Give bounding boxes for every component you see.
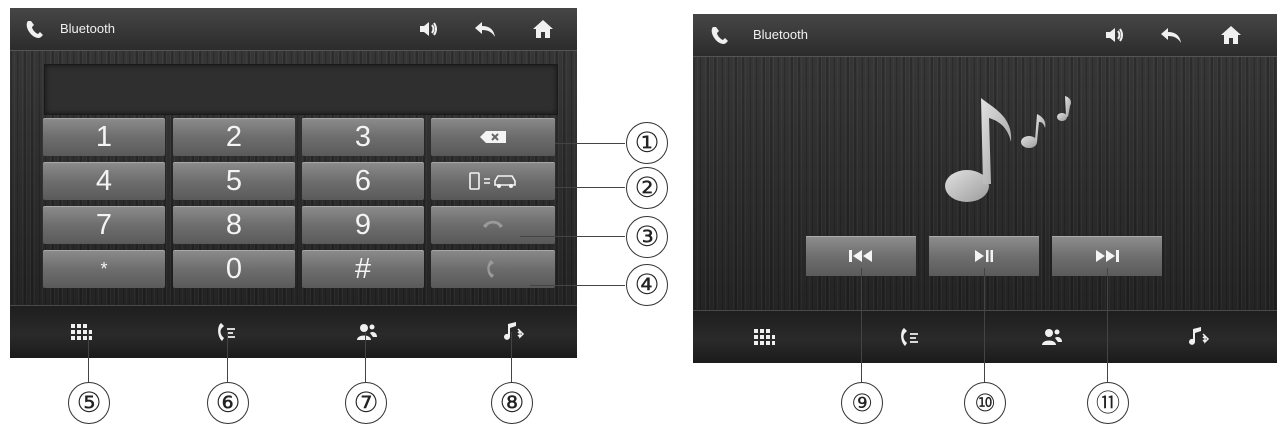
key-4[interactable]: 4 <box>43 162 165 200</box>
key-7[interactable]: 7 <box>43 206 165 244</box>
dialpad-icon[interactable] <box>750 325 778 349</box>
callout-6: ⑥ <box>207 382 249 424</box>
callout-7: ⑦ <box>345 382 387 424</box>
leader-line <box>1107 268 1108 382</box>
callout-4: ④ <box>626 264 668 306</box>
bluetooth-music-icon[interactable] <box>500 320 528 344</box>
key-3[interactable]: 3 <box>302 118 424 156</box>
call-log-icon[interactable] <box>896 325 924 349</box>
bluetooth-dialpad-screen: Bluetooth 1 2 3 4 5 6 7 8 9 * 0 # <box>10 8 577 358</box>
next-track-icon <box>1096 250 1119 262</box>
answer-call-button[interactable] <box>431 206 555 244</box>
phone-icon <box>711 27 728 44</box>
key-0[interactable]: 0 <box>173 250 295 288</box>
key-8[interactable]: 8 <box>173 206 295 244</box>
play-pause-icon <box>975 250 993 262</box>
bottom-nav-bar <box>693 310 1277 363</box>
back-icon[interactable] <box>1158 23 1184 47</box>
leader-line <box>530 285 625 286</box>
screen-title: Bluetooth <box>753 27 808 42</box>
hang-up-icon <box>487 260 494 278</box>
callout-11: ⑪ <box>1087 382 1129 424</box>
key-9[interactable]: 9 <box>302 206 424 244</box>
callout-3: ③ <box>626 216 668 258</box>
leader-line <box>861 268 862 382</box>
phone-icon <box>26 21 43 38</box>
transfer-audio-button[interactable] <box>431 162 555 200</box>
key-5[interactable]: 5 <box>173 162 295 200</box>
key-2[interactable]: 2 <box>173 118 295 156</box>
callout-5: ⑤ <box>68 382 110 424</box>
callout-9: ⑨ <box>841 382 883 424</box>
volume-icon[interactable] <box>1102 23 1128 47</box>
leader-line <box>984 268 985 382</box>
key-1[interactable]: 1 <box>43 118 165 156</box>
backspace-icon <box>480 131 506 143</box>
volume-icon[interactable] <box>416 17 442 41</box>
screen-title: Bluetooth <box>60 21 115 36</box>
top-bar: Bluetooth <box>693 14 1277 57</box>
contacts-icon[interactable] <box>353 320 381 344</box>
home-icon[interactable] <box>530 17 556 41</box>
leader-line <box>365 332 366 382</box>
leader-line <box>227 332 228 382</box>
key-6[interactable]: 6 <box>302 162 424 200</box>
bottom-nav-bar <box>10 305 577 358</box>
callout-8: ⑧ <box>491 382 533 424</box>
phone-to-car-transfer-icon <box>469 172 516 190</box>
answer-call-icon <box>483 220 503 228</box>
key-star[interactable]: * <box>43 250 165 288</box>
callout-1: ① <box>626 122 668 164</box>
hang-up-button[interactable] <box>431 250 555 288</box>
back-icon[interactable] <box>472 17 498 41</box>
bluetooth-music-screen: Bluetooth <box>693 14 1277 363</box>
home-icon[interactable] <box>1218 23 1244 47</box>
callout-2: ② <box>626 167 668 209</box>
number-display <box>44 64 558 115</box>
dialpad-icon[interactable] <box>67 320 95 344</box>
callout-10: ⑩ <box>964 382 1006 424</box>
music-notes-icon <box>945 96 1072 202</box>
leader-line <box>511 332 512 382</box>
key-hash[interactable]: # <box>302 250 424 288</box>
contacts-icon[interactable] <box>1038 325 1066 349</box>
leader-line <box>520 236 625 237</box>
top-bar: Bluetooth <box>10 8 577 51</box>
backspace-button[interactable] <box>431 118 555 156</box>
bluetooth-music-icon[interactable] <box>1185 325 1213 349</box>
leader-line <box>555 187 625 188</box>
previous-track-icon <box>849 250 872 262</box>
leader-line <box>555 143 625 144</box>
leader-line <box>88 330 89 382</box>
